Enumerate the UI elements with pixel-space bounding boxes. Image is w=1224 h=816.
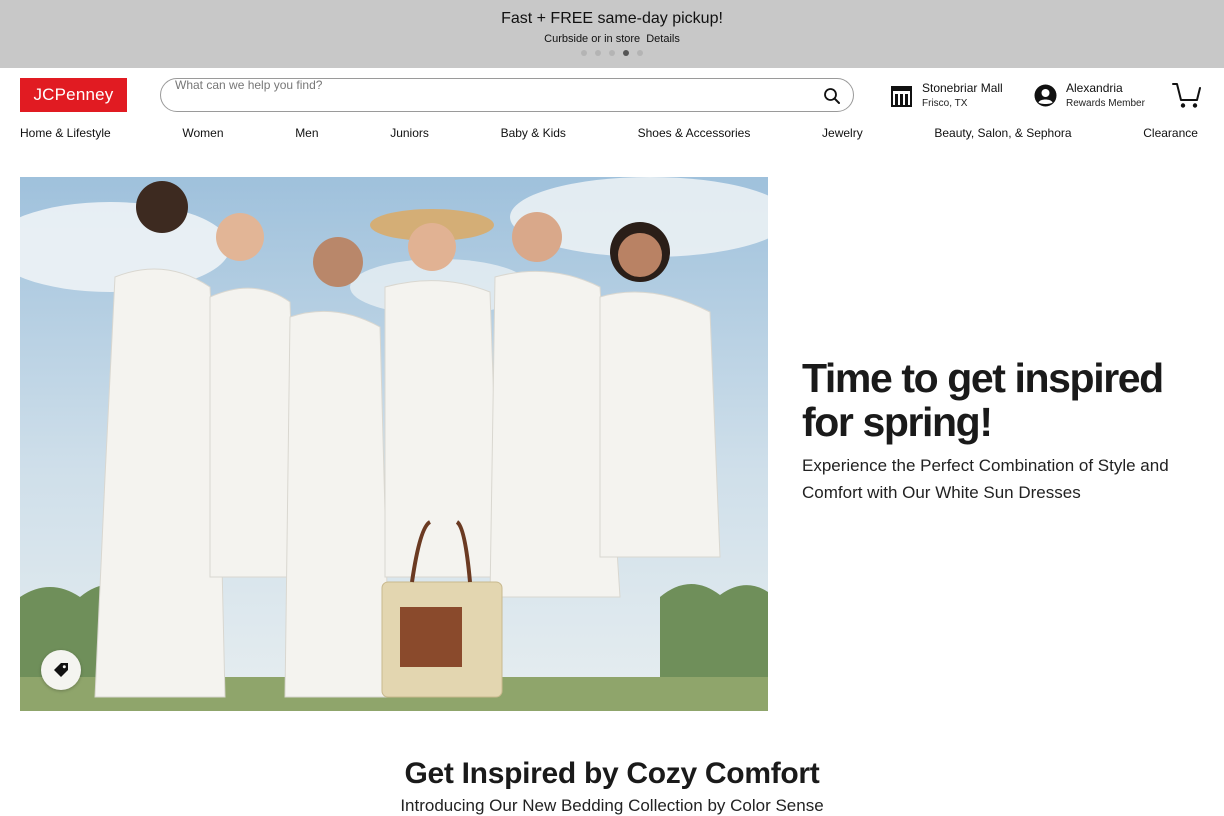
- nav-item-clearance[interactable]: Clearance: [1143, 126, 1198, 144]
- promo-subtitle-text: Curbside or in store: [544, 33, 641, 45]
- nav-item-women[interactable]: Women: [182, 126, 223, 144]
- carousel-dot-3[interactable]: [609, 50, 615, 56]
- search-input[interactable]: [175, 79, 815, 97]
- account-icon: [1034, 84, 1057, 107]
- account-name: Alexandria: [1066, 81, 1123, 95]
- hero-subtitle: Experience the Perfect Combination of St…: [802, 456, 1169, 502]
- promo-subtitle: Curbside or in store Details: [0, 33, 1224, 45]
- jcpenney-logo[interactable]: JCPenney: [20, 78, 127, 112]
- store-name: Stonebriar Mall: [922, 81, 1003, 95]
- store-selector[interactable]: Stonebriar Mall Frisco, TX: [890, 80, 1020, 114]
- carousel-dot-1[interactable]: [581, 50, 587, 56]
- nav-item-men[interactable]: Men: [295, 126, 318, 144]
- search-icon[interactable]: [823, 87, 841, 105]
- account-status: Rewards Member: [1066, 98, 1145, 109]
- carousel-dot-5[interactable]: [637, 50, 643, 56]
- nav-item-beauty-salon-sephora[interactable]: Beauty, Salon, & Sephora: [934, 126, 1071, 144]
- nav-item-home-lifestyle[interactable]: Home & Lifestyle: [20, 126, 111, 144]
- nav-item-shoes-accessories[interactable]: Shoes & Accessories: [638, 126, 751, 144]
- nav-item-baby-kids[interactable]: Baby & Kids: [501, 126, 566, 144]
- account-menu[interactable]: Alexandria Rewards Member: [1034, 80, 1164, 114]
- price-tag-icon[interactable]: [41, 650, 81, 690]
- carousel-dot-4[interactable]: [623, 50, 629, 56]
- carousel-dots: [0, 50, 1224, 56]
- hero-title: Time to get inspired for spring!: [802, 355, 1164, 445]
- promo-banner: Fast + FREE same-day pickup! Curbside or…: [0, 0, 1224, 68]
- carousel-dot-2[interactable]: [595, 50, 601, 56]
- store-location: Frisco, TX: [922, 98, 968, 109]
- cart-icon[interactable]: [1172, 82, 1202, 110]
- promo-details-link[interactable]: Details: [646, 33, 680, 45]
- main-nav: Home & Lifestyle Women Men Juniors Baby …: [20, 126, 1198, 144]
- store-icon: [890, 85, 913, 107]
- promo-title: Fast + FREE same-day pickup!: [501, 10, 723, 27]
- search-bar: [160, 78, 854, 112]
- section-subtitle: Introducing Our New Bedding Collection b…: [400, 796, 824, 815]
- section-title: Get Inspired by Cozy Comfort: [404, 757, 820, 790]
- nav-item-juniors[interactable]: Juniors: [390, 126, 429, 144]
- nav-item-jewelry[interactable]: Jewelry: [822, 126, 863, 144]
- hero-image[interactable]: [20, 177, 768, 711]
